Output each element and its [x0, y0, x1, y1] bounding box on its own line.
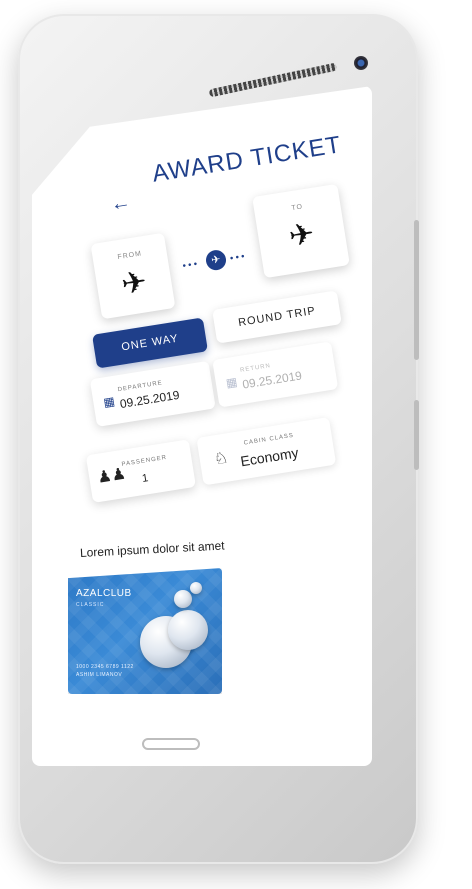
plane-icon: ✈ [204, 248, 228, 272]
card-ball-graphic [174, 590, 192, 608]
card-holder: ASHIM LIMANOV [76, 672, 123, 678]
volume-button [414, 220, 419, 360]
from-airport-card[interactable]: FROM ✈ [90, 232, 176, 320]
to-airport-card[interactable]: TO ✈ [252, 183, 350, 279]
passenger-label: PASSENGER [121, 454, 168, 468]
calendar-icon: ▦ [224, 374, 239, 391]
calendar-icon: ▦ [102, 393, 116, 410]
dots-left: ●●● [182, 260, 200, 270]
home-indicator[interactable] [142, 738, 200, 750]
front-camera [354, 56, 368, 70]
cabin-class-label: CABIN CLASS [243, 432, 295, 447]
passenger-value: 1 [141, 472, 150, 485]
return-label: RETURN [239, 363, 272, 374]
arrow-left-icon[interactable]: ← [109, 191, 132, 217]
seat-icon: ♘ [212, 449, 230, 469]
power-button [414, 400, 419, 470]
dots-right: ●●● [229, 253, 248, 262]
plane-takeoff-icon: ✈ [119, 265, 150, 302]
cabin-class-value: Economy [239, 444, 300, 470]
card-ball-graphic [190, 582, 202, 594]
earpiece-speaker [208, 62, 338, 98]
card-tier: CLASSIC [76, 602, 105, 608]
card-number: 1000 2345 6789 1122 [76, 664, 134, 670]
card-brand: AZALCLUB [76, 588, 132, 599]
club-card[interactable]: AZALCLUB CLASSIC 1000 2345 6789 1122 ASH… [68, 568, 222, 694]
plane-landing-icon: ✈ [286, 217, 317, 254]
card-ball-graphic [168, 610, 208, 650]
